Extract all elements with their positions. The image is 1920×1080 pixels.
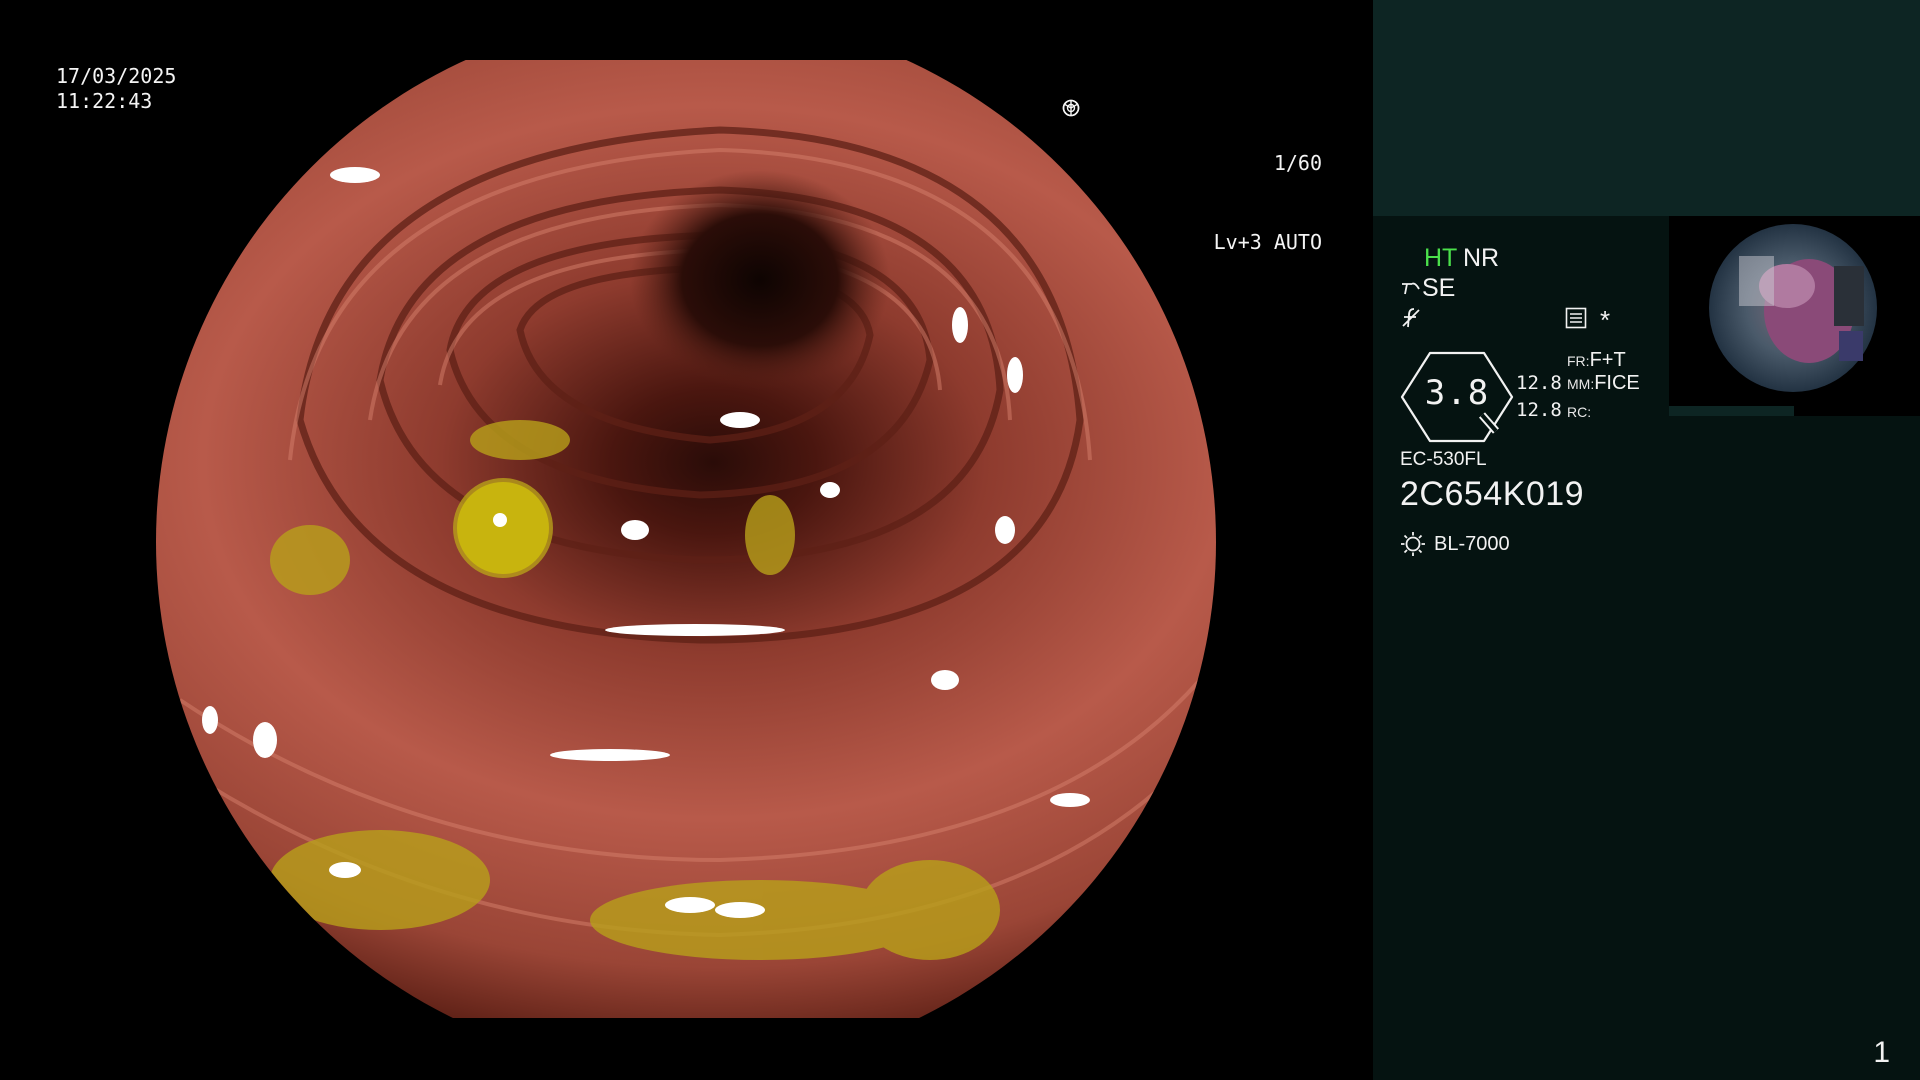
- fr-row: FR:F+T: [1567, 349, 1626, 372]
- page-number: 1: [1873, 1036, 1890, 1069]
- light-source-icon: [1401, 532, 1425, 556]
- light-source-label: BL-7000: [1434, 532, 1510, 555]
- se-icon: [1402, 282, 1420, 294]
- exposure-readout: 1/60 Lv+3 AUTO: [1062, 99, 1322, 307]
- time-text: 11:22:43: [56, 89, 153, 113]
- shutter-text: 1/60: [1273, 151, 1322, 175]
- info-panel: HT NR SE * 3.8 12.8 12.8 FR:F+T MM:FICE …: [1373, 0, 1920, 1080]
- f-icon: [1402, 308, 1420, 328]
- date-time-readout: 17/03/2025 11:22:43: [56, 64, 176, 114]
- date-text: 17/03/2025: [56, 64, 177, 88]
- pip-thumbnail: [1669, 216, 1920, 416]
- zoom-reading-a: 12.8: [1516, 372, 1562, 394]
- fr-value: F+T: [1589, 349, 1626, 371]
- iris-row: Lv+3 AUTO: [1062, 99, 1322, 257]
- panel-top-band: [1373, 0, 1920, 216]
- rc-label: RC:: [1567, 404, 1592, 420]
- endoscopic-view: 17/03/2025 11:22:43 1/60 Lv+3 AUTO: [0, 0, 1372, 1080]
- fr-label: FR:: [1567, 353, 1590, 369]
- shutter-row: 1/60: [1062, 99, 1322, 178]
- asterisk-marker: *: [1600, 305, 1611, 335]
- iris-text: Lv+3 AUTO: [1213, 230, 1322, 254]
- rc-row: RC:: [1567, 400, 1591, 423]
- se-label: SE: [1422, 274, 1456, 302]
- endoscopy-monitor-screen: 17/03/2025 11:22:43 1/60 Lv+3 AUTO HT NR: [0, 0, 1920, 1080]
- scope-model: EC-530FL: [1400, 449, 1487, 470]
- zoom-reading-b: 12.8: [1516, 399, 1562, 421]
- mm-value: FICE: [1594, 372, 1640, 394]
- iris-icon: [1062, 99, 1080, 117]
- light-source-row: BL-7000: [1400, 531, 1510, 557]
- mm-row: MM:FICE: [1567, 372, 1640, 395]
- nr-mode-label: NR: [1463, 244, 1500, 272]
- zoom-value: 3.8: [1424, 373, 1490, 413]
- menu-icon: [1565, 307, 1587, 329]
- pip-image: [1669, 224, 1877, 416]
- ht-mode-label: HT: [1424, 244, 1458, 272]
- scope-serial: 2C654K019: [1400, 475, 1585, 513]
- se-row: SE: [1400, 274, 1455, 303]
- mm-label: MM:: [1567, 376, 1595, 392]
